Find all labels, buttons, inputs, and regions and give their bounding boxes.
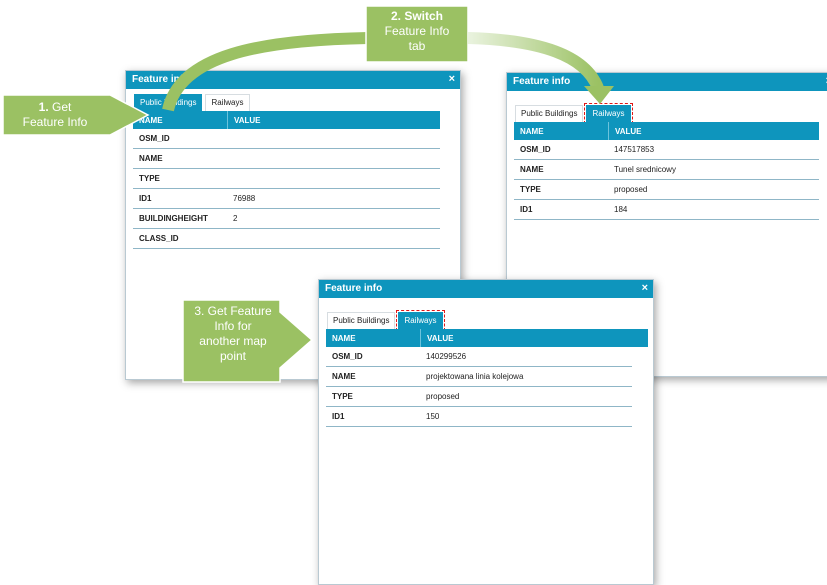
table-row: NAME projektowana linia kolejowa: [326, 367, 632, 387]
table-header: NAME VALUE: [326, 329, 648, 347]
step2-line1: 2. Switch: [390, 9, 443, 23]
attribute-table: NAME VALUE OSM_ID 140299526 NAME projektow…: [326, 329, 648, 427]
field-name: OSM_ID: [332, 352, 363, 361]
tab-public-buildings[interactable]: Public Buildings: [515, 105, 584, 122]
field-name: NAME: [520, 165, 544, 174]
field-name: NAME: [332, 372, 356, 381]
table-row: OSM_ID: [133, 129, 440, 149]
step1-line1: Get: [48, 100, 72, 114]
field-value: proposed: [426, 392, 460, 401]
attribute-table: NAME VALUE OSM_ID NAME TYPE ID1 76988 BUI…: [133, 111, 440, 249]
table-row: ID1 150: [326, 407, 632, 427]
field-value: projektowana linia kolejowa: [426, 372, 524, 381]
step2-line3: tab: [408, 39, 426, 53]
step3-line1: 3. Get Feature: [194, 304, 272, 318]
tab-bar: Public Buildings Railways: [327, 310, 445, 331]
field-value: proposed: [614, 185, 648, 194]
step3-line2: Info for: [214, 319, 252, 333]
callout-step1-text: 1. Get Feature Info: [4, 100, 106, 130]
panel-header: Feature info ×: [319, 280, 653, 298]
step2-line2: Feature Info: [384, 24, 450, 38]
panel-title: Feature info: [325, 283, 383, 294]
table-row: ID1 76988: [133, 189, 440, 209]
table-row: OSM_ID 140299526: [326, 347, 632, 367]
table-header: NAME VALUE: [514, 122, 819, 140]
tab-bar: Public Buildings Railways: [134, 94, 250, 111]
field-name: BUILDINGHEIGHT: [139, 214, 208, 223]
callout-step2-text: 2. Switch Feature Info tab: [366, 9, 468, 54]
tab-bar: Public Buildings Railways: [515, 103, 633, 124]
table-row: ID1 184: [514, 200, 819, 220]
field-value: 2: [233, 214, 238, 223]
step1-line2: Feature Info: [22, 115, 88, 129]
column-header-name: NAME: [514, 122, 609, 140]
field-name: TYPE: [139, 174, 160, 183]
panel-title: Feature info: [132, 74, 190, 85]
field-value: 184: [614, 205, 628, 214]
close-icon[interactable]: ×: [449, 71, 455, 87]
table-row: CLASS_ID: [133, 229, 440, 249]
table-row: TYPE: [133, 169, 440, 189]
tab-public-buildings[interactable]: Public Buildings: [134, 94, 203, 111]
table-row: NAME Tunel srednicowy: [514, 160, 819, 180]
feature-info-panel-3: Feature info × Public Buildings Railways…: [318, 279, 654, 585]
field-name: ID1: [520, 205, 533, 214]
step3-line3: another map: [199, 334, 267, 348]
tab-railways[interactable]: Railways: [584, 103, 633, 124]
field-name: TYPE: [520, 185, 541, 194]
callout-step3-text: 3. Get Feature Info for another map poin…: [183, 304, 283, 364]
field-name: ID1: [332, 412, 345, 421]
column-header-value: VALUE: [427, 333, 454, 343]
table-row: TYPE proposed: [326, 387, 632, 407]
table-header: NAME VALUE: [133, 111, 440, 129]
field-value: 140299526: [426, 352, 467, 361]
column-header-value: VALUE: [615, 126, 642, 136]
attribute-table: NAME VALUE OSM_ID 147517853 NAME Tunel sre…: [514, 122, 819, 220]
panel-title: Feature info: [513, 76, 571, 87]
field-name: CLASS_ID: [139, 234, 179, 243]
close-icon[interactable]: ×: [642, 280, 648, 296]
field-name: OSM_ID: [139, 134, 170, 143]
table-row: BUILDINGHEIGHT 2: [133, 209, 440, 229]
field-value: Tunel srednicowy: [614, 165, 676, 174]
field-name: TYPE: [332, 392, 353, 401]
step1-number: 1.: [38, 100, 49, 114]
field-name: ID1: [139, 194, 152, 203]
panel-header: Feature info ×: [126, 71, 460, 89]
field-value: 150: [426, 412, 440, 421]
table-row: NAME: [133, 149, 440, 169]
step3-line4: point: [219, 349, 247, 363]
table-row: OSM_ID 147517853: [514, 140, 819, 160]
field-name: NAME: [139, 154, 163, 163]
field-value: 76988: [233, 194, 256, 203]
panel-body: Public Buildings Railways NAME VALUE OSM…: [320, 298, 652, 583]
tab-railways[interactable]: Railways: [396, 310, 445, 331]
column-header-name: NAME: [133, 111, 228, 129]
panel-header: Feature info ×: [507, 73, 827, 91]
column-header-value: VALUE: [234, 115, 261, 125]
tab-public-buildings[interactable]: Public Buildings: [327, 312, 396, 329]
column-header-name: NAME: [326, 329, 421, 347]
table-row: TYPE proposed: [514, 180, 819, 200]
tab-railways[interactable]: Railways: [205, 94, 250, 111]
field-value: 147517853: [614, 145, 655, 154]
field-name: OSM_ID: [520, 145, 551, 154]
